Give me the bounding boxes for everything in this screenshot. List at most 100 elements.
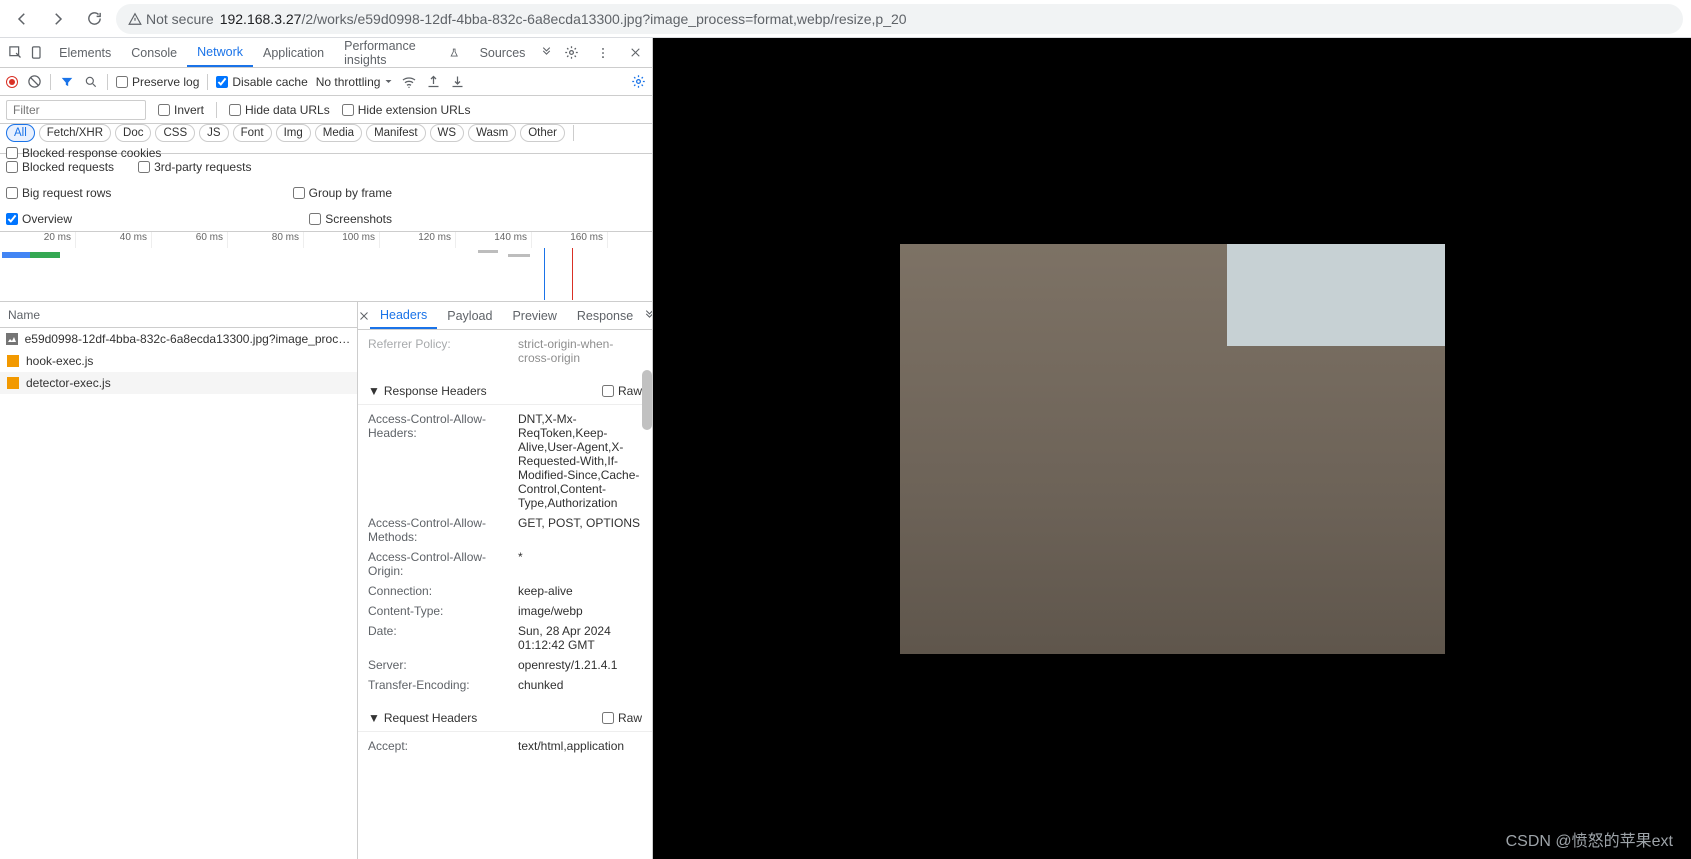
header-row: Server:openresty/1.21.4.1	[368, 655, 642, 675]
request-name: e59d0998-12df-4bba-832c-6a8ecda13300.jpg…	[25, 332, 351, 346]
more-detail-tabs-icon[interactable]	[643, 309, 652, 322]
network-settings-icon[interactable]	[630, 74, 646, 90]
tab-application[interactable]: Application	[253, 38, 334, 67]
inspect-icon[interactable]	[4, 45, 27, 60]
type-css[interactable]: CSS	[155, 124, 195, 142]
forward-button[interactable]	[44, 5, 72, 33]
timeline-ruler: 20 ms 40 ms 60 ms 80 ms 100 ms 120 ms 14…	[0, 232, 652, 248]
type-other[interactable]: Other	[520, 124, 565, 142]
back-button[interactable]	[8, 5, 36, 33]
close-detail-icon[interactable]	[358, 310, 370, 322]
invert-checkbox[interactable]: Invert	[158, 103, 204, 117]
preserve-log-checkbox[interactable]: Preserve log	[116, 75, 199, 89]
request-list-header[interactable]: Name	[0, 302, 357, 328]
detail-body[interactable]: Referrer Policy: strict-origin-when-cros…	[358, 330, 652, 859]
disable-cache-label: Disable cache	[232, 75, 307, 89]
type-all[interactable]: All	[6, 124, 35, 142]
response-headers-section[interactable]: ▼Response Headers Raw	[358, 378, 652, 405]
request-name: detector-exec.js	[26, 376, 111, 390]
type-manifest[interactable]: Manifest	[366, 124, 425, 142]
reload-icon	[86, 10, 103, 27]
header-row: Access-Control-Allow-Origin:*	[368, 547, 642, 581]
warning-icon	[128, 12, 142, 26]
screenshots-checkbox[interactable]: Screenshots	[309, 212, 392, 226]
tab-sources[interactable]: Sources	[470, 38, 536, 67]
request-split: Name e59d0998-12df-4bba-832c-6a8ecda1330…	[0, 302, 652, 859]
type-js[interactable]: JS	[199, 124, 228, 142]
hide-data-urls-checkbox[interactable]: Hide data URLs	[229, 103, 330, 117]
detail-tab-response[interactable]: Response	[567, 302, 643, 329]
type-wasm[interactable]: Wasm	[468, 124, 516, 142]
preserve-log-label: Preserve log	[132, 75, 199, 89]
js-resource-icon	[6, 376, 20, 390]
filter-row: Invert Hide data URLs Hide extension URL…	[0, 96, 652, 124]
group-frame-checkbox[interactable]: Group by frame	[293, 186, 392, 200]
scrollbar-thumb[interactable]	[642, 370, 652, 430]
filter-icon[interactable]	[59, 74, 75, 90]
header-row: Referrer Policy: strict-origin-when-cros…	[368, 334, 642, 368]
settings-icon[interactable]	[558, 45, 584, 60]
detail-tab-payload[interactable]: Payload	[437, 302, 502, 329]
caret-down-icon: ▼	[368, 711, 380, 725]
type-fetch-xhr[interactable]: Fetch/XHR	[39, 124, 111, 142]
search-icon[interactable]	[83, 74, 99, 90]
watermark: CSDN @愤怒的苹果ext	[1506, 827, 1673, 851]
header-row: Content-Type:image/webp	[368, 601, 642, 621]
request-headers-label: Request Headers	[384, 711, 477, 725]
network-timeline[interactable]: 20 ms 40 ms 60 ms 80 ms 100 ms 120 ms 14…	[0, 232, 652, 302]
request-headers-section[interactable]: ▼ Request Headers Raw	[358, 705, 652, 732]
url-text: 192.168.3.27/2/works/e59d0998-12df-4bba-…	[220, 11, 907, 27]
detail-tabs: Headers Payload Preview Response	[358, 302, 652, 330]
type-media[interactable]: Media	[315, 124, 362, 142]
chevron-down-icon	[384, 77, 393, 86]
arrow-right-icon	[49, 10, 67, 28]
detail-tab-headers[interactable]: Headers	[370, 302, 437, 329]
overview-checkbox[interactable]: Overview	[6, 212, 72, 226]
network-toolbar: Preserve log Disable cache No throttling	[0, 68, 652, 96]
request-row[interactable]: e59d0998-12df-4bba-832c-6a8ecda13300.jpg…	[0, 328, 357, 350]
record-button[interactable]	[6, 76, 18, 88]
blocked-requests-checkbox[interactable]: Blocked requests	[6, 160, 114, 174]
request-detail: Headers Payload Preview Response Referre…	[358, 302, 652, 859]
header-row: Access-Control-Allow-Methods:GET, POST, …	[368, 513, 642, 547]
resource-type-filters: All Fetch/XHR Doc CSS JS Font Img Media …	[0, 124, 652, 154]
security-indicator[interactable]: Not secure	[128, 11, 214, 27]
device-icon[interactable]	[27, 45, 50, 60]
divider	[207, 74, 208, 90]
tab-console[interactable]: Console	[121, 38, 187, 67]
not-secure-label: Not secure	[146, 11, 214, 27]
filter-input[interactable]	[6, 100, 146, 120]
upload-icon[interactable]	[425, 74, 441, 90]
tab-network[interactable]: Network	[187, 38, 253, 67]
throttling-select[interactable]: No throttling	[316, 75, 394, 89]
divider	[107, 74, 108, 90]
third-party-checkbox[interactable]: 3rd-party requests	[138, 160, 251, 174]
request-row[interactable]: detector-exec.js	[0, 372, 357, 394]
wifi-icon[interactable]	[401, 74, 417, 90]
address-bar[interactable]: Not secure 192.168.3.27/2/works/e59d0998…	[116, 4, 1683, 34]
type-ws[interactable]: WS	[430, 124, 465, 142]
download-icon[interactable]	[449, 74, 465, 90]
type-img[interactable]: Img	[276, 124, 311, 142]
type-font[interactable]: Font	[233, 124, 272, 142]
hide-extension-urls-checkbox[interactable]: Hide extension URLs	[342, 103, 471, 117]
tab-elements[interactable]: Elements	[49, 38, 121, 67]
timeline-bar	[508, 254, 530, 257]
timeline-bar	[478, 250, 498, 253]
header-row: Access-Control-Allow-Headers:DNT,X-Mx-Re…	[368, 409, 642, 513]
domcontentloaded-line	[544, 248, 545, 300]
clear-button[interactable]	[26, 74, 42, 90]
reload-button[interactable]	[80, 5, 108, 33]
big-rows-checkbox[interactable]: Big request rows	[6, 186, 111, 200]
timeline-body	[0, 248, 652, 300]
raw-checkbox[interactable]: Raw	[602, 711, 642, 725]
detail-tab-preview[interactable]: Preview	[502, 302, 566, 329]
tab-performance-insights[interactable]: Performance insights	[334, 38, 469, 67]
type-doc[interactable]: Doc	[115, 124, 151, 142]
disable-cache-checkbox[interactable]: Disable cache	[216, 75, 307, 89]
close-devtools-icon[interactable]	[622, 46, 648, 59]
raw-checkbox[interactable]: Raw	[602, 384, 642, 398]
kebab-icon[interactable]	[590, 46, 616, 60]
more-tabs-icon[interactable]	[535, 46, 558, 59]
request-row[interactable]: hook-exec.js	[0, 350, 357, 372]
